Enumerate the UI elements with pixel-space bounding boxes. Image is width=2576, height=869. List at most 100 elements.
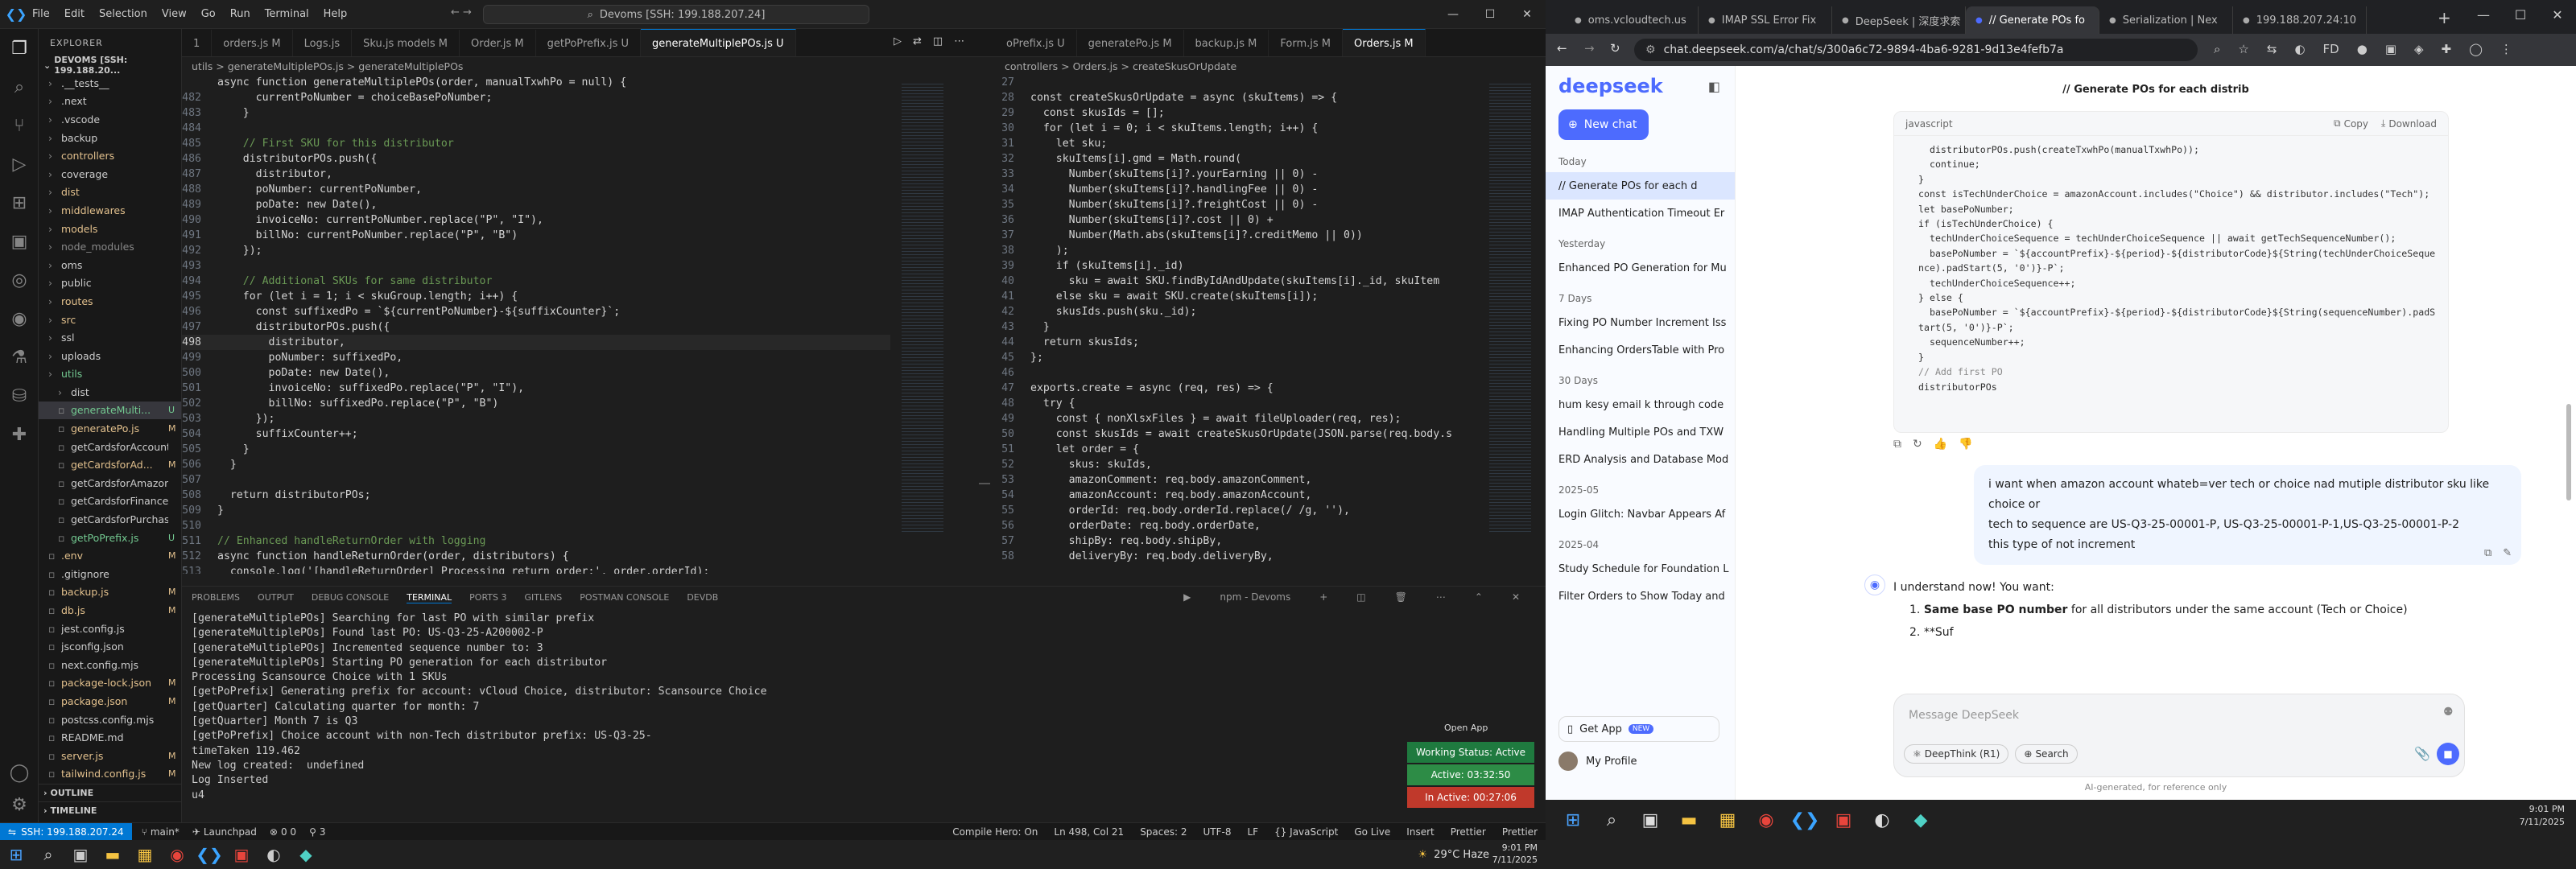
editor-tab[interactable]: backup.js M xyxy=(1184,29,1269,56)
menu-dots-icon[interactable]: ⋮ xyxy=(2500,42,2512,56)
explorer-root[interactable]: ⌄ DEVOMS [SSH: 199.188.20... xyxy=(39,55,181,76)
file-tree-item[interactable]: › controllers xyxy=(39,146,181,165)
file-tree-item[interactable]: ▫ tailwind.config.js M xyxy=(39,765,181,784)
status-item[interactable]: UTF-8 xyxy=(1203,826,1232,838)
close-icon[interactable]: ✕ xyxy=(2539,7,2576,23)
code-editor-left[interactable]: async function generateMultiplePOs(order… xyxy=(182,75,890,574)
run-debug-icon[interactable]: ▷ xyxy=(0,145,39,183)
message-input[interactable]: Message DeepSeek xyxy=(1909,709,2019,722)
file-tree-item[interactable]: ▫ .gitignore xyxy=(39,565,181,583)
file-tree-item[interactable]: › models xyxy=(39,220,181,238)
history-item[interactable]: Fixing PO Number Increment Iss xyxy=(1546,309,1735,336)
file-tree-item[interactable]: › routes xyxy=(39,292,181,311)
source-control-icon[interactable]: ⑂ xyxy=(0,106,39,145)
editor-tab[interactable]: oPrefix.js U xyxy=(995,29,1077,56)
collapse-sidebar-icon[interactable]: ◧ xyxy=(1708,79,1720,94)
terminal-name[interactable]: npm - Devoms xyxy=(1220,591,1290,603)
vscode-icon[interactable]: ❮❯ xyxy=(1785,800,1824,840)
github-desktop-icon[interactable]: ◐ xyxy=(1863,800,1901,840)
download-button[interactable]: ⤓ Download xyxy=(2381,117,2437,130)
stop-button[interactable]: ■ xyxy=(2437,743,2459,765)
editor-tab[interactable]: Sku.js models M xyxy=(352,29,460,56)
status-item[interactable]: Prettier xyxy=(1451,826,1486,838)
status-item[interactable]: Prettier xyxy=(1502,826,1538,838)
extension-icon[interactable]: ◐ xyxy=(2294,42,2305,56)
puzzle-icon[interactable]: ✚ xyxy=(0,415,39,454)
testing-icon[interactable]: ⚗ xyxy=(0,338,39,377)
panel-tab-postman[interactable]: POSTMAN CONSOLE xyxy=(580,592,669,603)
copy-button[interactable]: ⧉ Copy xyxy=(2334,117,2368,130)
menu-item-selection[interactable]: Selection xyxy=(99,8,147,20)
history-item[interactable]: Study Schedule for Foundation L xyxy=(1546,555,1735,583)
status-item[interactable]: Spaces: 2 xyxy=(1140,826,1187,838)
panel-tab-debug[interactable]: DEBUG CONSOLE xyxy=(312,592,389,603)
attach-icon[interactable]: 📎 xyxy=(2414,746,2430,761)
file-tree-item[interactable]: › .__tests__ xyxy=(39,74,181,93)
store-icon[interactable]: ▦ xyxy=(129,840,161,869)
file-tree-item[interactable]: › ssl xyxy=(39,328,181,347)
search-icon[interactable]: ⌕ xyxy=(32,840,64,869)
run-icon[interactable]: ▷ xyxy=(894,35,902,47)
weather-widget[interactable]: ☀ 29°C Haze xyxy=(1418,849,1489,861)
file-tree-item[interactable]: ▫ generatePo.js M xyxy=(39,419,181,438)
file-tree-item[interactable]: ▫ jsconfig.json xyxy=(39,637,181,656)
file-explorer-icon[interactable]: ▬ xyxy=(1670,800,1708,840)
file-tree-item[interactable]: ▫ package.json M xyxy=(39,692,181,710)
add-terminal-icon[interactable]: + xyxy=(1319,591,1327,603)
close-panel-icon[interactable]: ✕ xyxy=(1512,591,1520,603)
file-tree-item[interactable]: ▫ .env M xyxy=(39,546,181,565)
browser-tab[interactable]: ● // Generate POs fo xyxy=(1966,6,2099,34)
search-icon[interactable]: ⌕ xyxy=(1592,800,1631,840)
trash-icon[interactable]: 🗑 xyxy=(1395,591,1407,603)
open-app-button[interactable]: Open App xyxy=(1444,723,1488,733)
maximize-panel-icon[interactable]: ⌃ xyxy=(1475,591,1483,603)
file-tree-item[interactable]: ▫ jest.config.js xyxy=(39,620,181,638)
postman-icon[interactable]: ◉ xyxy=(0,299,39,338)
scrollbar-left[interactable] xyxy=(979,483,990,484)
file-tree-item[interactable]: › backup xyxy=(39,129,181,147)
ports-count[interactable]: 3 xyxy=(320,826,326,838)
vscode-icon[interactable]: ❮❯ xyxy=(193,840,225,869)
taskbar-clock[interactable]: 9:01 PM 7/11/2025 xyxy=(1492,842,1538,866)
editor-tab[interactable]: generatePo.js M xyxy=(1077,29,1184,56)
branch-label[interactable]: main* xyxy=(151,826,180,838)
search-toggle[interactable]: ⊕ Search xyxy=(2015,744,2078,764)
extension-icon[interactable]: FD xyxy=(2323,42,2339,56)
editor-tab[interactable]: getPoPrefix.js U xyxy=(536,29,642,56)
file-tree-item[interactable]: › dist xyxy=(39,383,181,402)
browser-tab[interactable]: ● oms.vcloudtech.us xyxy=(1565,6,1699,34)
search-icon[interactable]: ⌕ xyxy=(0,68,39,106)
windows-start-icon[interactable]: ⊞ xyxy=(1554,800,1592,840)
extension-icon[interactable]: ▣ xyxy=(2385,42,2396,56)
code-editor-right[interactable]: 27 28 const createSkusOrUpdate = async (sk… xyxy=(995,75,1481,574)
file-tree-item[interactable]: › .next xyxy=(39,93,181,111)
regenerate-icon[interactable]: ↻ xyxy=(1913,438,1922,451)
file-tree-item[interactable]: › utils xyxy=(39,365,181,384)
github-desktop-icon[interactable]: ◐ xyxy=(258,840,290,869)
file-tree-item[interactable]: › public xyxy=(39,274,181,293)
menu-item-terminal[interactable]: Terminal xyxy=(265,8,309,20)
profile-icon[interactable]: ◯ xyxy=(2469,42,2483,56)
task-view-icon[interactable]: ▣ xyxy=(1631,800,1670,840)
status-item[interactable]: Ln 498, Col 21 xyxy=(1054,826,1124,838)
copy-icon[interactable]: ⧉ xyxy=(2484,547,2491,559)
app-icon[interactable]: ◆ xyxy=(290,840,322,869)
more-icon[interactable]: ⋯ xyxy=(1436,591,1446,603)
file-tree-item[interactable]: ▫ getCardsforPurchasi... xyxy=(39,510,181,529)
gear-icon[interactable]: ⚙ xyxy=(0,785,39,824)
file-tree-item[interactable]: › middlewares xyxy=(39,201,181,220)
windows-start-icon[interactable]: ⊞ xyxy=(0,840,32,869)
problems-count[interactable]: 0 0 xyxy=(281,826,296,838)
app-icon[interactable]: ▣ xyxy=(225,840,258,869)
profile-button[interactable]: My Profile xyxy=(1558,752,1637,771)
status-item[interactable]: {} JavaScript xyxy=(1274,826,1338,838)
browser-tab[interactable]: ● Serialization | Nex xyxy=(2099,6,2233,34)
new-chat-button[interactable]: ⊕ New chat xyxy=(1558,109,1649,140)
remote-indicator[interactable]: ⇋ SSH: 199.188.207.24 xyxy=(0,822,132,841)
menu-item-view[interactable]: View xyxy=(162,8,187,20)
file-tree-item[interactable]: ▫ package-lock.json M xyxy=(39,674,181,693)
task-view-icon[interactable]: ▣ xyxy=(64,840,97,869)
timeline-section[interactable]: › TIMELINE xyxy=(39,801,182,819)
file-tree-item[interactable]: › oms xyxy=(39,256,181,274)
history-item[interactable]: Enhanced PO Generation for Mu xyxy=(1546,254,1735,282)
